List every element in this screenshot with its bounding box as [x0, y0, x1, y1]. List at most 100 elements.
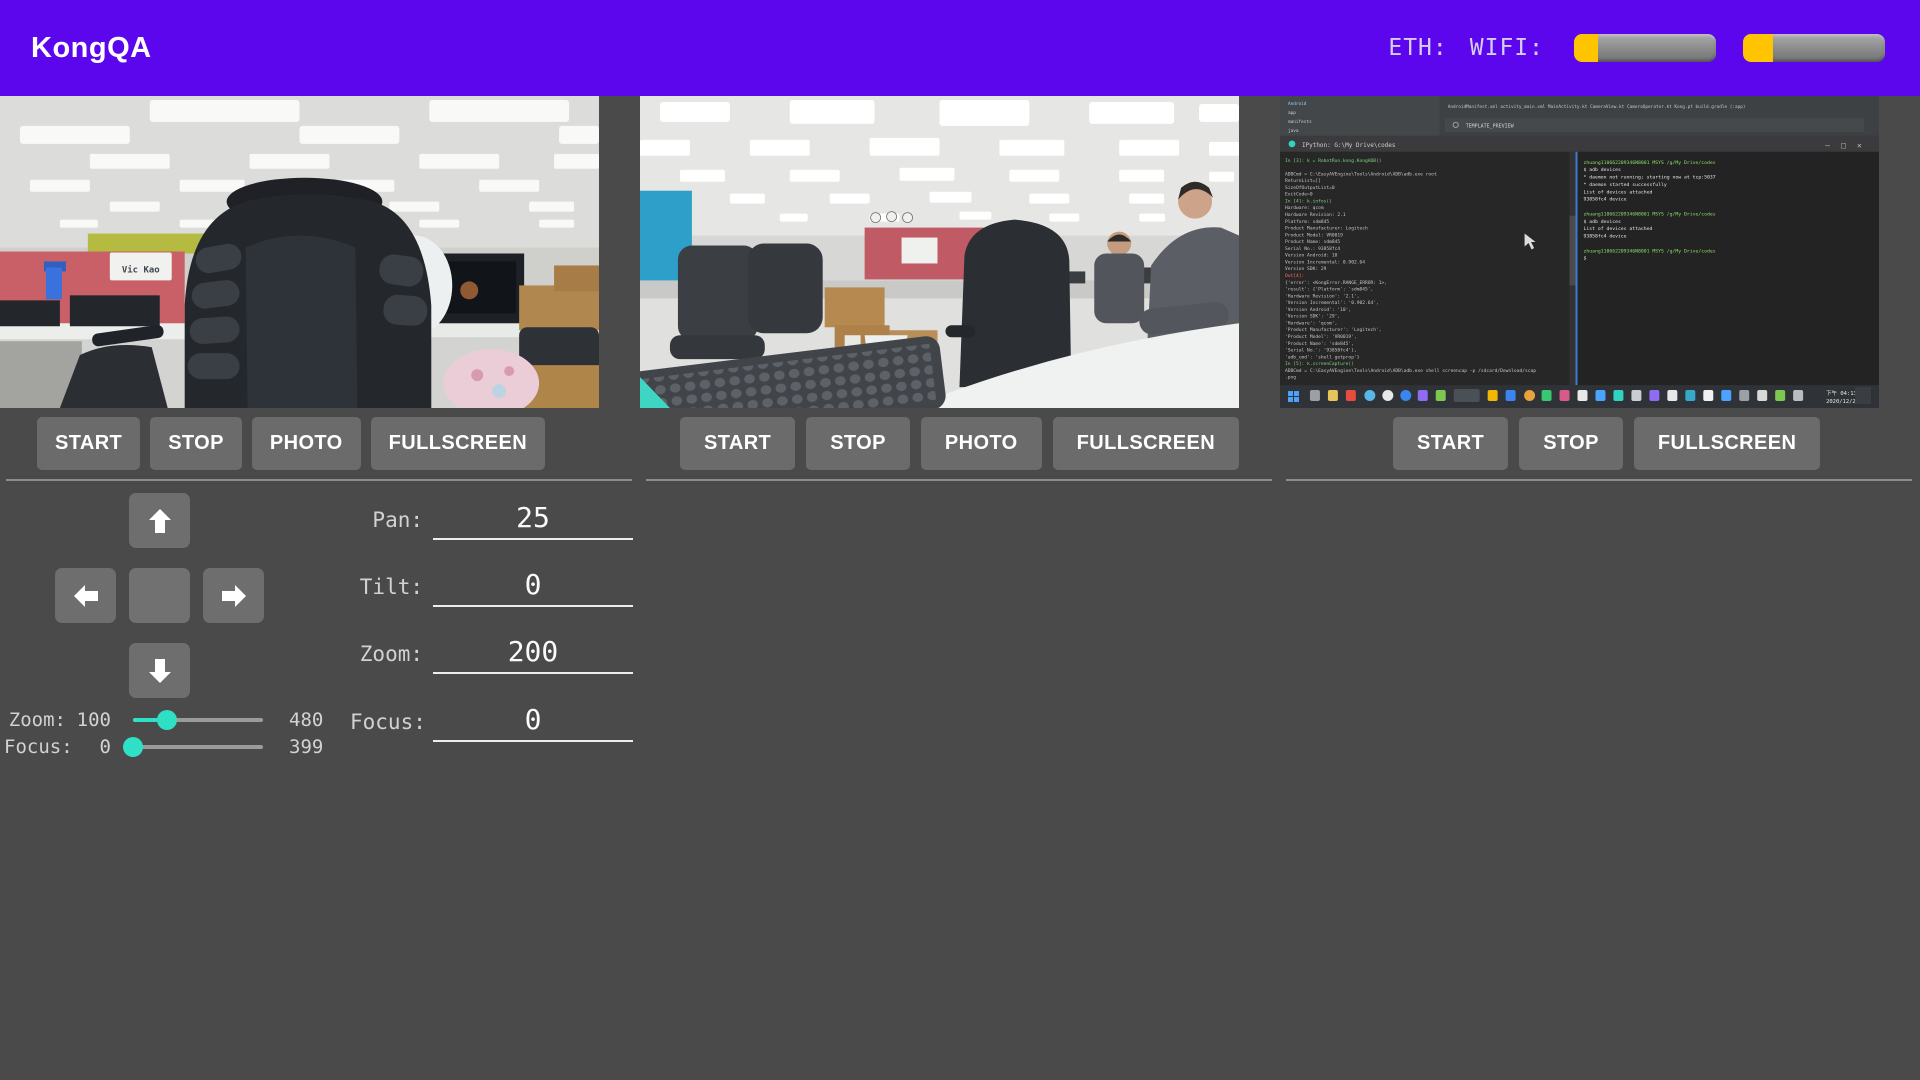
camera-2-fullscreen-button[interactable]: FULLSCREEN — [1053, 417, 1239, 470]
camera-2-column: START STOP PHOTO FULLSCREEN — [640, 96, 1280, 781]
camera-1-column: Vic Kao — [0, 96, 640, 781]
wifi-level-bar — [1743, 34, 1885, 62]
tilt-field-row: Tilt: — [350, 568, 633, 607]
svg-text:List of devices attached: List of devices attached — [1583, 226, 1652, 232]
app-title: KongQA — [31, 32, 152, 65]
svg-text:app: app — [1288, 111, 1296, 116]
camera-3-buttons: START STOP FULLSCREEN — [1393, 417, 1920, 470]
pan-up-button[interactable] — [129, 493, 190, 548]
close-icon: ✕ — [1857, 141, 1862, 150]
network-status: ETH: WIFI: — [1388, 0, 1885, 96]
svg-text:'Product Manufacturer': 'Logit: 'Product Manufacturer': 'Logitech', — [1285, 327, 1382, 333]
zoom-input[interactable] — [433, 635, 633, 674]
console-scrollbar-thumb — [1570, 216, 1576, 286]
console-title: IPython: G:\My Drive\codes — [1302, 142, 1396, 149]
pan-center-button[interactable] — [129, 568, 190, 623]
camera-2-start-button[interactable]: START — [680, 417, 795, 470]
arrow-right-icon — [219, 581, 249, 611]
eth-level-fill — [1574, 34, 1598, 62]
svg-text:'Hardware': 'qcom',: 'Hardware': 'qcom', — [1285, 320, 1337, 326]
camera-2-photo-button[interactable]: PHOTO — [921, 417, 1042, 470]
ide-search-text: TEMPLATE_PREVIEW — [1466, 123, 1514, 129]
eth-label: ETH: — [1388, 35, 1447, 61]
wifi-label: WIFI: — [1470, 35, 1544, 61]
svg-text:'Version Incremental': '0.902.: 'Version Incremental': '0.902.64', — [1285, 300, 1379, 306]
tilt-field-label: Tilt: — [350, 575, 423, 607]
svg-text:Hardware: qcom: Hardware: qcom — [1285, 205, 1324, 211]
svg-text:Version SDK: 29: Version SDK: 29 — [1285, 266, 1327, 272]
svg-text:List of devices attached: List of devices attached — [1583, 189, 1652, 195]
svg-text:zhuang110662209346N8001 MSYS /: zhuang110662209346N8001 MSYS /g/My Drive… — [1583, 248, 1715, 254]
camera-1-fullscreen-button[interactable]: FULLSCREEN — [371, 417, 545, 470]
camera-2-divider — [646, 479, 1272, 481]
ide-tab-strip: AndroidManifest.xml activity_main.xml Ma… — [1448, 104, 1746, 110]
svg-text:93858fc4 device: 93858fc4 device — [1583, 197, 1626, 203]
pan-input[interactable] — [433, 501, 633, 540]
zoom-slider-min: 100 — [66, 709, 111, 731]
camera-1-start-button[interactable]: START — [37, 417, 140, 470]
svg-text:Out[4]:: Out[4]: — [1285, 273, 1304, 279]
svg-text:Product Model: VR0019: Product Model: VR0019 — [1285, 232, 1343, 238]
svg-text:In [4]: k.infos(): In [4]: k.infos() — [1285, 198, 1332, 204]
camera-1-buttons: START STOP PHOTO FULLSCREEN — [37, 417, 640, 470]
svg-text:ADBCmd = C:\EasyAVEngine\Tools: ADBCmd = C:\EasyAVEngine\Tools\Android\A… — [1285, 368, 1536, 374]
tilt-input[interactable] — [433, 568, 633, 607]
camera-3-stop-button[interactable]: STOP — [1519, 417, 1623, 470]
partition-poster — [902, 238, 938, 264]
pane-divider — [1576, 152, 1578, 385]
svg-text:'Product Model': 'VR0019',: 'Product Model': 'VR0019', — [1285, 334, 1357, 340]
focus-slider-track[interactable] — [133, 745, 263, 749]
minimize-icon: – — [1825, 141, 1830, 150]
pan-left-button[interactable] — [55, 568, 116, 623]
camera-3-fullscreen-button[interactable]: FULLSCREEN — [1634, 417, 1820, 470]
focus-slider-row: Focus: 0 399 — [4, 734, 334, 760]
camera-grid: Vic Kao — [0, 96, 1920, 781]
taskbar-clock-date: 2020/12/2 — [1826, 399, 1856, 405]
svg-text:SizeOfOutputList=0: SizeOfOutputList=0 — [1285, 185, 1335, 191]
focus-slider[interactable] — [133, 737, 263, 757]
svg-text:manifests: manifests — [1288, 119, 1312, 125]
wifi-level-fill — [1743, 34, 1773, 62]
camera-3-start-button[interactable]: START — [1393, 417, 1508, 470]
taskbar-tray — [1855, 387, 1871, 404]
camera-3-divider — [1286, 479, 1912, 481]
svg-text:ReturnList=[]: ReturnList=[] — [1285, 178, 1321, 184]
svg-text:ADBCmd = C:\EasyAVEngine\Tools: ADBCmd = C:\EasyAVEngine\Tools\Android\A… — [1285, 171, 1437, 177]
svg-text:In [5]: k.screenCapture(): In [5]: k.screenCapture() — [1285, 361, 1354, 367]
camera-2-feed — [640, 96, 1239, 408]
focus-slider-label: Focus: — [4, 736, 66, 758]
camera-3-feed: Androidappmanifestsjava AndroidManifest.… — [1280, 96, 1879, 408]
sign-text: Vic Kao — [122, 264, 160, 275]
name-sign: Vic Kao — [110, 252, 172, 280]
focus-slider-max: 399 — [289, 736, 323, 758]
camera-2-stop-button[interactable]: STOP — [806, 417, 910, 470]
svg-text:zhuang110662209346N8001 MSYS /: zhuang110662209346N8001 MSYS /g/My Drive… — [1583, 160, 1715, 166]
arrow-left-icon — [71, 581, 101, 611]
svg-text:'Hardware Revision': '2.1',: 'Hardware Revision': '2.1', — [1285, 293, 1359, 299]
zoom-slider[interactable] — [133, 710, 263, 730]
pan-right-button[interactable] — [203, 568, 264, 623]
svg-text:Version Android: 10: Version Android: 10 — [1285, 253, 1338, 259]
pan-field-row: Pan: — [350, 501, 633, 540]
focus-field-label: Focus: — [350, 710, 423, 742]
focus-slider-min: 0 — [66, 736, 111, 758]
focus-input[interactable] — [433, 703, 633, 742]
svg-text:zhuang110662209346N8001 MSYS /: zhuang110662209346N8001 MSYS /g/My Drive… — [1583, 211, 1715, 217]
svg-text:'Version Android': '10',: 'Version Android': '10', — [1285, 307, 1351, 313]
zoom-slider-label: Zoom: — [4, 709, 66, 731]
arrow-up-icon — [145, 506, 175, 536]
svg-text:'result': {'Platform': 'sdm845: 'result': {'Platform': 'sdm845', — [1285, 287, 1373, 293]
camera-3-column: Androidappmanifestsjava AndroidManifest.… — [1280, 96, 1920, 781]
svg-text:ExitCode=0: ExitCode=0 — [1285, 192, 1313, 198]
maximize-icon: □ — [1841, 141, 1846, 150]
zoom-slider-row: Zoom: 100 480 — [4, 707, 334, 733]
pan-down-button[interactable] — [129, 643, 190, 698]
svg-text:Version Incremental: 0.902.64: Version Incremental: 0.902.64 — [1285, 259, 1365, 265]
camera-1-stop-button[interactable]: STOP — [150, 417, 242, 470]
focus-slider-thumb[interactable] — [123, 737, 143, 757]
ptz-controls: Zoom: 100 480 Focus: 0 399 — [0, 481, 640, 781]
svg-text:In [3]: k = RobotRun.kong.Kong: In [3]: k = RobotRun.kong.KongADB() — [1285, 158, 1382, 164]
console-app-icon — [1289, 140, 1296, 147]
camera-1-photo-button[interactable]: PHOTO — [252, 417, 361, 470]
zoom-slider-thumb[interactable] — [157, 710, 177, 730]
